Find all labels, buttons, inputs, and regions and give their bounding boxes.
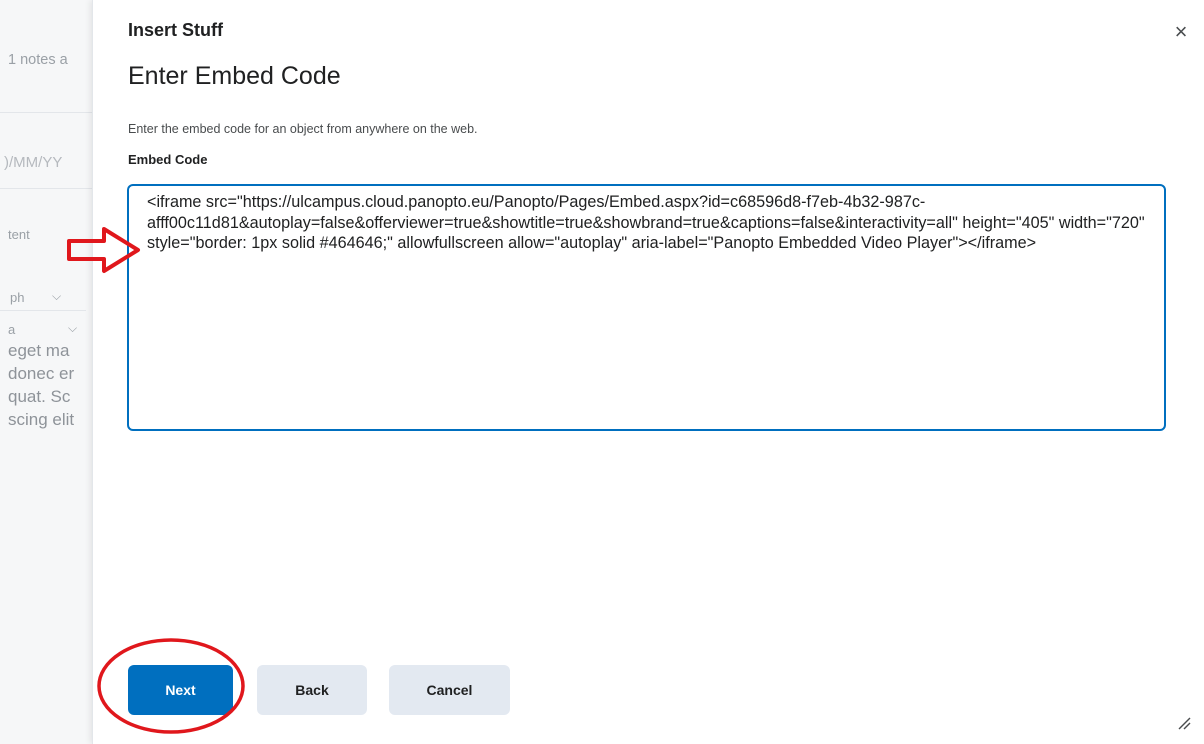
bg-font-select[interactable]: a [8, 322, 15, 337]
bg-body-line: eget ma [8, 341, 70, 360]
step-title: Enter Embed Code [128, 62, 341, 90]
embed-code-textarea[interactable]: <iframe src="https://ulcampus.cloud.pano… [127, 184, 1166, 431]
annotation-arrow-icon [67, 227, 140, 273]
back-button[interactable]: Back [257, 665, 367, 715]
resize-handle-icon[interactable] [1177, 716, 1191, 730]
chevron-down-icon: ⌵ [68, 321, 78, 335]
screen: 1 notes a )/MM/YY tent ph ⌵ a ⌵ eget ma … [0, 0, 1204, 744]
bg-divider [0, 188, 92, 189]
insert-stuff-dialog: Insert Stuff × Enter Embed Code Enter th… [92, 0, 1204, 744]
bg-divider [0, 112, 92, 113]
background-page: 1 notes a )/MM/YY tent ph ⌵ a ⌵ eget ma … [0, 0, 92, 744]
bg-divider [0, 310, 86, 311]
bg-body-line: scing elit [8, 410, 75, 429]
chevron-down-icon: ⌵ [52, 289, 62, 303]
bg-date-input[interactable]: )/MM/YY [4, 154, 62, 171]
close-icon[interactable]: × [1171, 21, 1191, 43]
bg-body-line: quat. Sc [8, 387, 71, 406]
bg-notes-text: 1 notes a [8, 52, 68, 68]
bg-content-label: tent [8, 227, 30, 242]
cancel-button[interactable]: Cancel [389, 665, 510, 715]
dialog-title: Insert Stuff [128, 20, 224, 40]
annotation-circle-icon [97, 638, 245, 734]
help-text: Enter the embed code for an object from … [128, 122, 478, 136]
bg-body-line: donec er [8, 364, 75, 383]
bg-format-select[interactable]: ph [10, 290, 24, 305]
embed-code-label: Embed Code [128, 152, 208, 167]
